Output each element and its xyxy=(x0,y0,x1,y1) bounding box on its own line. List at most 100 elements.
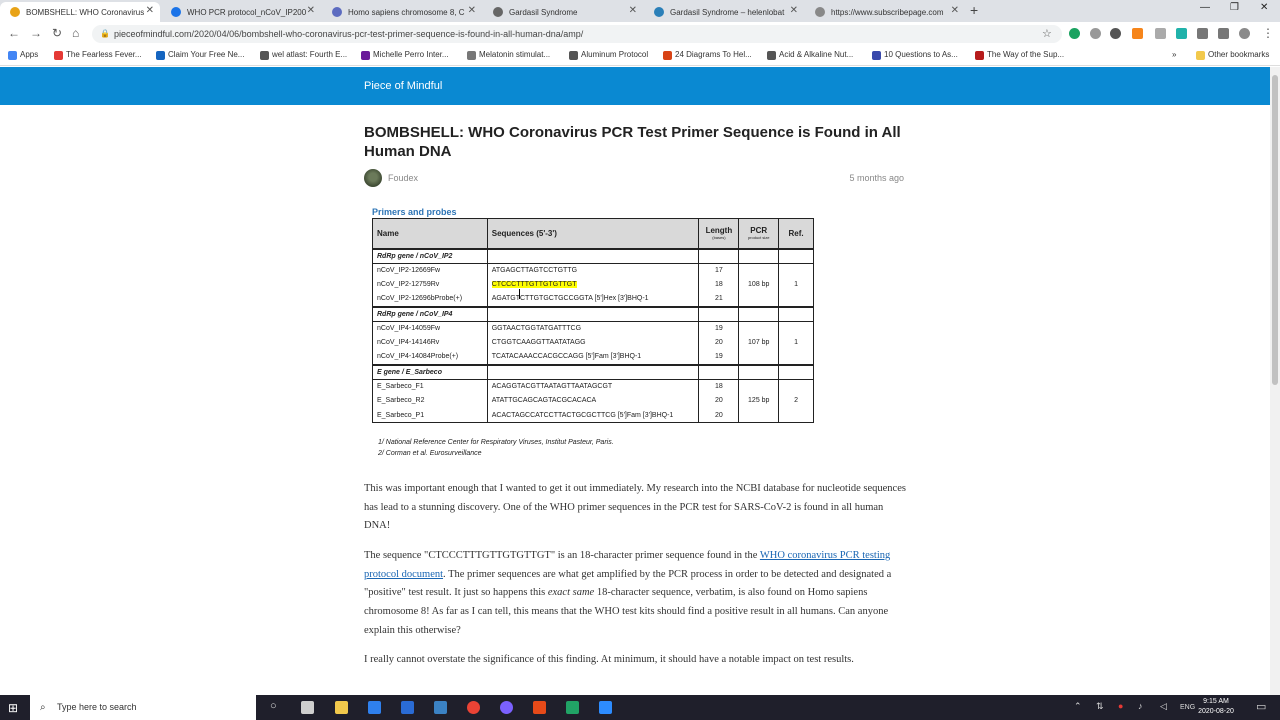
primer-sequence: ATATTGCAGCAGTACGCACACA xyxy=(486,393,700,408)
butterfly-icon xyxy=(156,51,165,60)
tab-0[interactable]: BOMBSHELL: WHO Coronavirus ✕ xyxy=(0,2,160,22)
bookmark-item[interactable]: Claim Your Free Ne... xyxy=(156,50,244,60)
site-name-link[interactable]: Piece of Mindful xyxy=(364,80,442,92)
security-icon[interactable]: ● xyxy=(1118,701,1123,711)
primer-length: 21 xyxy=(698,292,740,307)
reading-list-icon[interactable] xyxy=(1218,28,1229,39)
group-label: RdRp gene / nCoV_IP2 xyxy=(372,247,488,264)
minimize-button[interactable]: — xyxy=(1200,2,1210,13)
menu-icon[interactable]: ⋮ xyxy=(1262,26,1274,40)
extension-icon[interactable] xyxy=(1090,28,1101,39)
address-bar[interactable]: 🔒 pieceofmindful.com/2020/04/06/bombshel… xyxy=(92,25,1062,43)
cortana-icon[interactable]: ○ xyxy=(270,700,277,712)
extension-icon[interactable] xyxy=(1110,28,1121,39)
bookmark-label: wel atlast: Fourth E... xyxy=(272,50,348,59)
metamask-icon[interactable] xyxy=(1132,28,1143,39)
notifications-icon[interactable]: ▭ xyxy=(1256,700,1266,713)
taskbar-clock[interactable]: 9:15 AM 2020-08-20 xyxy=(1196,697,1236,717)
file-explorer-icon[interactable] xyxy=(335,701,348,714)
article-title: BOMBSHELL: WHO Coronavirus PCR Test Prim… xyxy=(364,124,901,160)
tab-1[interactable]: WHO PCR protocol_nCoV_IP200 ✕ xyxy=(161,2,321,22)
primer-length: 17 xyxy=(698,263,740,278)
tab-3[interactable]: Gardasil Syndrome ✕ xyxy=(483,2,643,22)
home-icon[interactable]: ⌂ xyxy=(72,26,79,40)
bookmark-item[interactable]: Melatonin stimulat... xyxy=(467,50,550,60)
text-cursor xyxy=(519,289,520,299)
bookmark-apps[interactable]: Apps xyxy=(8,50,38,60)
bookmark-label: The Way of the Sup... xyxy=(987,50,1065,59)
primer-length: 20 xyxy=(698,408,740,423)
avatar[interactable] xyxy=(364,169,382,187)
primer-name: E_Sarbeco_F1 xyxy=(372,379,488,394)
table-row: E_Sarbeco_F1 ACAGGTACGTTAATAGTTAATAGCGT … xyxy=(372,379,814,423)
extension-icon[interactable] xyxy=(1176,28,1187,39)
bookmark-item[interactable]: Aluminum Protocol xyxy=(569,50,648,60)
header-sublabel: (bases) xyxy=(712,235,726,241)
volume-icon[interactable]: ◁ xyxy=(1160,701,1167,712)
close-icon[interactable]: ✕ xyxy=(790,5,798,16)
windows-start-icon[interactable]: ⊞ xyxy=(8,701,18,715)
scrollbar-thumb[interactable] xyxy=(1272,75,1278,385)
column-header: Name xyxy=(372,218,488,249)
grammarly-icon[interactable] xyxy=(1069,28,1080,39)
tab-4[interactable]: Gardasil Syndrome – helenlobat ✕ xyxy=(644,2,804,22)
close-icon[interactable]: ✕ xyxy=(146,5,154,16)
close-window-button[interactable]: ✕ xyxy=(1260,2,1268,13)
primer-sequence: ACAGGTACGTTAATAGTTAATAGCGT xyxy=(486,379,700,394)
bookmarks-overflow-icon[interactable]: » xyxy=(1172,50,1176,59)
paragraph-2: The sequence "CTCCCTTTGTTGTGTTGT" is an … xyxy=(364,547,909,641)
maximize-button[interactable]: ❐ xyxy=(1230,2,1239,13)
calculator-icon[interactable] xyxy=(434,701,447,714)
bookmark-item[interactable]: Acid & Alkaline Nut... xyxy=(767,50,854,60)
bookmark-label: Acid & Alkaline Nut... xyxy=(779,50,854,59)
chevron-up-icon[interactable]: ⌃ xyxy=(1074,701,1082,712)
bookmark-item[interactable]: The Way of the Sup... xyxy=(975,50,1065,60)
new-tab-button[interactable]: + xyxy=(970,2,978,18)
close-icon[interactable]: ✕ xyxy=(307,5,315,16)
bookmark-item[interactable]: Michelle Perro Inter... xyxy=(361,50,449,60)
tab-2[interactable]: Homo sapiens chromosome 8, C ✕ xyxy=(322,2,482,22)
footnote: 2/ Corman et al. Eurosurveillance xyxy=(378,450,482,457)
network-icon[interactable]: ⇅ xyxy=(1096,701,1104,712)
avatar[interactable] xyxy=(1239,28,1250,39)
author-name[interactable]: Foudex xyxy=(388,173,418,183)
microphone-icon[interactable]: ♪ xyxy=(1138,701,1143,711)
bookmarks-bar: Apps The Fearless Fever... Claim Your Fr… xyxy=(0,46,1280,66)
task-view-icon[interactable] xyxy=(301,701,314,714)
mail-icon[interactable] xyxy=(401,701,414,714)
page-scrollbar[interactable] xyxy=(1270,67,1280,695)
other-bookmarks[interactable]: Other bookmarks xyxy=(1196,50,1269,60)
primer-name: nCoV_IP4-14084Probe(+) xyxy=(372,350,488,365)
zoom-icon[interactable] xyxy=(599,701,612,714)
tab-5[interactable]: https://www.subscribepage.com ✕ xyxy=(805,2,965,22)
page-viewport: Piece of Mindful BOMBSHELL: WHO Coronavi… xyxy=(0,67,1270,695)
app-icon[interactable] xyxy=(533,701,546,714)
viber-icon[interactable] xyxy=(500,701,513,714)
taskbar-search[interactable]: ⌕ Type here to search xyxy=(30,695,256,720)
chrome-icon[interactable] xyxy=(467,701,480,714)
bookmark-label: 24 Diagrams To Hel... xyxy=(675,50,752,59)
close-icon[interactable]: ✕ xyxy=(468,5,476,16)
bookmark-item[interactable]: The Fearless Fever... xyxy=(54,50,142,60)
table-cell xyxy=(738,363,780,380)
spreadsheet-icon[interactable] xyxy=(566,701,579,714)
close-icon[interactable]: ✕ xyxy=(951,5,959,16)
bookmark-item[interactable]: 10 Questions to As... xyxy=(872,50,958,60)
bookmark-item[interactable]: wel atlast: Fourth E... xyxy=(260,50,348,60)
back-icon[interactable]: ← xyxy=(8,26,20,40)
reload-icon[interactable]: ↻ xyxy=(52,26,62,40)
globe-icon xyxy=(569,51,578,60)
globe-icon xyxy=(171,7,181,17)
extension-icon[interactable] xyxy=(1155,28,1166,39)
language-indicator[interactable]: ENG xyxy=(1180,704,1195,711)
close-icon[interactable]: ✕ xyxy=(629,5,637,16)
bookmark-star-icon[interactable]: ☆ xyxy=(1042,27,1052,40)
puzzle-icon[interactable] xyxy=(1197,28,1208,39)
forward-icon[interactable]: → xyxy=(30,26,42,40)
tab-strip: BOMBSHELL: WHO Coronavirus ✕ WHO PCR pro… xyxy=(0,0,1280,22)
url-text: pieceofmindful.com/2020/04/06/bombshell-… xyxy=(114,29,584,39)
pcr-size: 107 bp xyxy=(738,321,780,365)
store-icon[interactable] xyxy=(368,701,381,714)
column-header: PCR product size xyxy=(738,218,780,249)
bookmark-item[interactable]: 24 Diagrams To Hel... xyxy=(663,50,752,60)
